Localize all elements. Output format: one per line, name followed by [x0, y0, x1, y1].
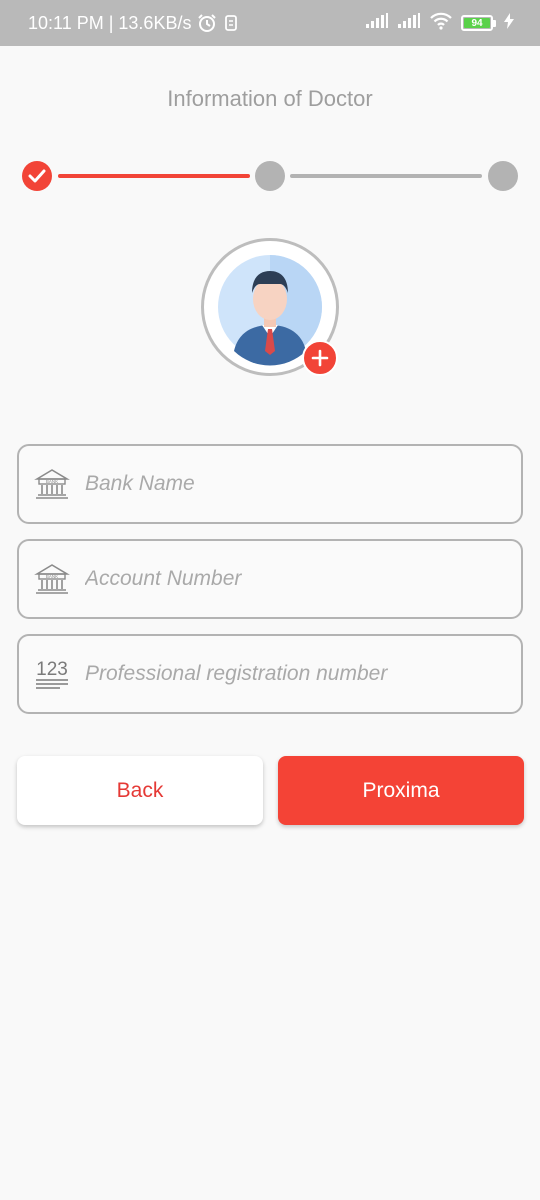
- status-time: 10:11 PM: [28, 12, 104, 33]
- status-bar: 10:11 PM | 13.6KB/s 94: [0, 0, 540, 46]
- status-separator: |: [108, 12, 114, 33]
- add-photo-button[interactable]: [302, 340, 338, 376]
- sim-icon: [223, 14, 239, 32]
- svg-text:BANK: BANK: [46, 479, 58, 484]
- step-connector-2: [290, 174, 482, 178]
- status-right: 94: [365, 0, 514, 46]
- registration-number-input[interactable]: [85, 662, 485, 686]
- charging-icon: [504, 12, 514, 34]
- registration-number-field[interactable]: 123: [17, 634, 523, 714]
- step-connector-1: [58, 174, 250, 178]
- signal-icon: [397, 12, 421, 34]
- alarm-icon: [197, 13, 217, 33]
- wifi-icon: [429, 12, 453, 35]
- account-number-input[interactable]: [85, 567, 485, 591]
- status-left: 10:11 PM | 13.6KB/s: [28, 0, 239, 46]
- step-1-complete: [22, 161, 52, 191]
- battery-icon: 94: [461, 15, 496, 31]
- signal-icon: [365, 12, 389, 34]
- bank-name-input[interactable]: [85, 472, 485, 496]
- next-button[interactable]: Proxima: [278, 756, 524, 825]
- back-button[interactable]: Back: [17, 756, 263, 825]
- svg-text:BANK: BANK: [46, 574, 58, 579]
- checkmark-icon: [28, 169, 46, 183]
- numbers-icon: 123: [33, 655, 71, 693]
- step-3: [488, 161, 518, 191]
- step-2: [255, 161, 285, 191]
- bank-name-field[interactable]: BANK: [17, 444, 523, 524]
- account-number-field[interactable]: BANK: [17, 539, 523, 619]
- battery-level: 94: [464, 18, 490, 29]
- page-title: Information of Doctor: [167, 86, 373, 111]
- status-speed: 13.6KB/s: [118, 12, 192, 33]
- plus-icon: [311, 349, 329, 367]
- bank-icon: BANK: [33, 465, 71, 503]
- svg-text:123: 123: [36, 659, 68, 680]
- bank-icon: BANK: [33, 560, 71, 598]
- step-indicator: [0, 158, 540, 194]
